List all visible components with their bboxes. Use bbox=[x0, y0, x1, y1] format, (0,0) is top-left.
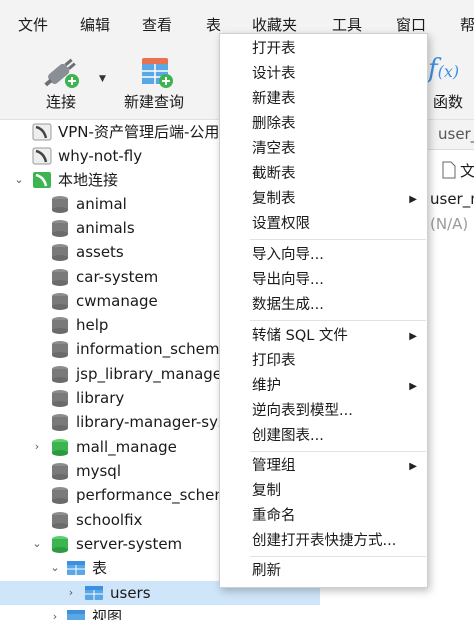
menu-item-manage-group-label: 管理组 bbox=[252, 458, 296, 474]
menu-item-data-generation[interactable]: 数据生成... bbox=[220, 293, 427, 318]
menu-item-create-shortcut[interactable]: 创建打开表快捷方式... bbox=[220, 529, 427, 554]
connect-label: 连接 bbox=[45, 93, 76, 111]
tree-folder-views[interactable]: › 视图 bbox=[0, 605, 320, 620]
function-label: 函数 bbox=[432, 93, 463, 111]
menu-item-copy[interactable]: 复制 bbox=[220, 479, 427, 504]
menu-item-maintenance-label: 维护 bbox=[252, 378, 281, 394]
database-icon bbox=[52, 293, 68, 310]
document-icon bbox=[442, 161, 456, 179]
chevron-right-icon[interactable]: › bbox=[48, 605, 62, 620]
menu-item-set-permissions[interactable]: 设置权限 bbox=[220, 212, 427, 237]
database-icon bbox=[52, 390, 68, 407]
chevron-right-icon[interactable]: › bbox=[30, 435, 44, 459]
connect-button[interactable]: 连接 bbox=[28, 48, 94, 120]
database-icon bbox=[52, 463, 68, 480]
database-icon bbox=[52, 341, 68, 358]
menu-item-design-table[interactable]: 设计表 bbox=[220, 62, 427, 87]
menu-item-truncate-table[interactable]: 截断表 bbox=[220, 162, 427, 187]
menu-separator bbox=[250, 556, 426, 557]
chevron-right-icon[interactable]: › bbox=[64, 581, 78, 605]
menu-item-manage-group[interactable]: 管理组 ▶ bbox=[220, 454, 427, 479]
menu-item-dump-sql-label: 转储 SQL 文件 bbox=[252, 328, 348, 344]
menu-item-open-table[interactable]: 打开表 bbox=[220, 37, 427, 62]
database-icon bbox=[52, 366, 68, 383]
menu-item-delete-table[interactable]: 删除表 bbox=[220, 112, 427, 137]
plug-icon bbox=[44, 58, 79, 88]
menu-item-duplicate-table[interactable]: 复制表 ▶ bbox=[220, 187, 427, 212]
editor-panel: user_ 文 user_n (N/A) bbox=[420, 120, 474, 620]
database-icon bbox=[52, 512, 68, 529]
chevron-down-icon[interactable]: ⌄ bbox=[12, 168, 26, 192]
database-icon bbox=[52, 536, 68, 553]
menu-item-refresh[interactable]: 刷新 bbox=[220, 559, 427, 584]
menu-item-export-wizard[interactable]: 导出向导... bbox=[220, 268, 427, 293]
submenu-arrow-icon: ▶ bbox=[409, 461, 417, 472]
menu-item-maintenance[interactable]: 维护 ▶ bbox=[220, 374, 427, 399]
menu-file[interactable]: 文件 bbox=[18, 14, 48, 35]
database-icon bbox=[52, 269, 68, 286]
database-icon bbox=[52, 487, 68, 504]
chevron-down-icon[interactable]: ⌄ bbox=[30, 532, 44, 556]
menu-separator bbox=[250, 320, 426, 321]
chevron-down-icon[interactable]: ⌄ bbox=[48, 556, 62, 580]
submenu-arrow-icon: ▶ bbox=[409, 381, 417, 392]
menu-item-duplicate-table-label: 复制表 bbox=[252, 191, 296, 207]
menu-item-create-chart[interactable]: 创建图表... bbox=[220, 424, 427, 449]
database-icon bbox=[52, 244, 68, 261]
database-icon bbox=[52, 196, 68, 213]
table-folder-icon bbox=[67, 561, 85, 575]
function-button[interactable]: f(x) 函数 bbox=[428, 48, 468, 120]
database-icon bbox=[52, 414, 68, 431]
new-query-label: 新建查询 bbox=[123, 93, 184, 111]
menu-table[interactable]: 表 bbox=[206, 14, 221, 35]
menu-item-empty-table[interactable]: 清空表 bbox=[220, 137, 427, 162]
menu-help[interactable]: 帮 bbox=[460, 14, 474, 35]
menu-item-rename[interactable]: 重命名 bbox=[220, 504, 427, 529]
menu-edit[interactable]: 编辑 bbox=[80, 14, 110, 35]
view-folder-icon bbox=[67, 610, 85, 620]
menu-item-new-table[interactable]: 新建表 bbox=[220, 87, 427, 112]
menu-favorites[interactable]: 收藏夹 bbox=[252, 14, 297, 35]
tab-strip: user_ bbox=[420, 120, 474, 150]
menu-separator bbox=[250, 451, 426, 452]
menu-view[interactable]: 查看 bbox=[142, 14, 172, 35]
cell-name[interactable]: user_n bbox=[430, 190, 474, 208]
function-icon: f(x) bbox=[428, 54, 460, 84]
submenu-arrow-icon: ▶ bbox=[409, 331, 417, 342]
tab-users[interactable]: user_ bbox=[438, 125, 474, 143]
new-query-button[interactable]: 新建查询 bbox=[118, 48, 190, 120]
new-query-icon bbox=[142, 58, 173, 88]
menu-item-import-wizard[interactable]: 导入向导... bbox=[220, 243, 427, 268]
database-icon bbox=[52, 317, 68, 334]
database-icon bbox=[52, 439, 68, 456]
column-header: 文 bbox=[460, 162, 474, 180]
dropdown-arrow-icon[interactable]: ▼ bbox=[99, 74, 106, 84]
table-icon bbox=[85, 586, 103, 600]
menu-window[interactable]: 窗口 bbox=[396, 14, 426, 35]
cell-value[interactable]: (N/A) bbox=[430, 215, 468, 233]
database-icon bbox=[52, 220, 68, 237]
menu-item-reverse-to-model[interactable]: 逆向表到模型... bbox=[220, 399, 427, 424]
mysql-dolphin-icon bbox=[33, 172, 51, 188]
menu-tools[interactable]: 工具 bbox=[332, 14, 362, 35]
menu-item-print-table[interactable]: 打印表 bbox=[220, 349, 427, 374]
context-menu: 打开表 设计表 新建表 删除表 清空表 截断表 复制表 ▶ 设置权限 导入向导.… bbox=[219, 33, 428, 588]
menu-separator bbox=[250, 239, 426, 240]
submenu-arrow-icon: ▶ bbox=[409, 194, 417, 205]
mysql-dolphin-icon bbox=[32, 147, 52, 165]
menu-item-dump-sql[interactable]: 转储 SQL 文件 ▶ bbox=[220, 324, 427, 349]
mysql-dolphin-icon bbox=[32, 123, 52, 141]
